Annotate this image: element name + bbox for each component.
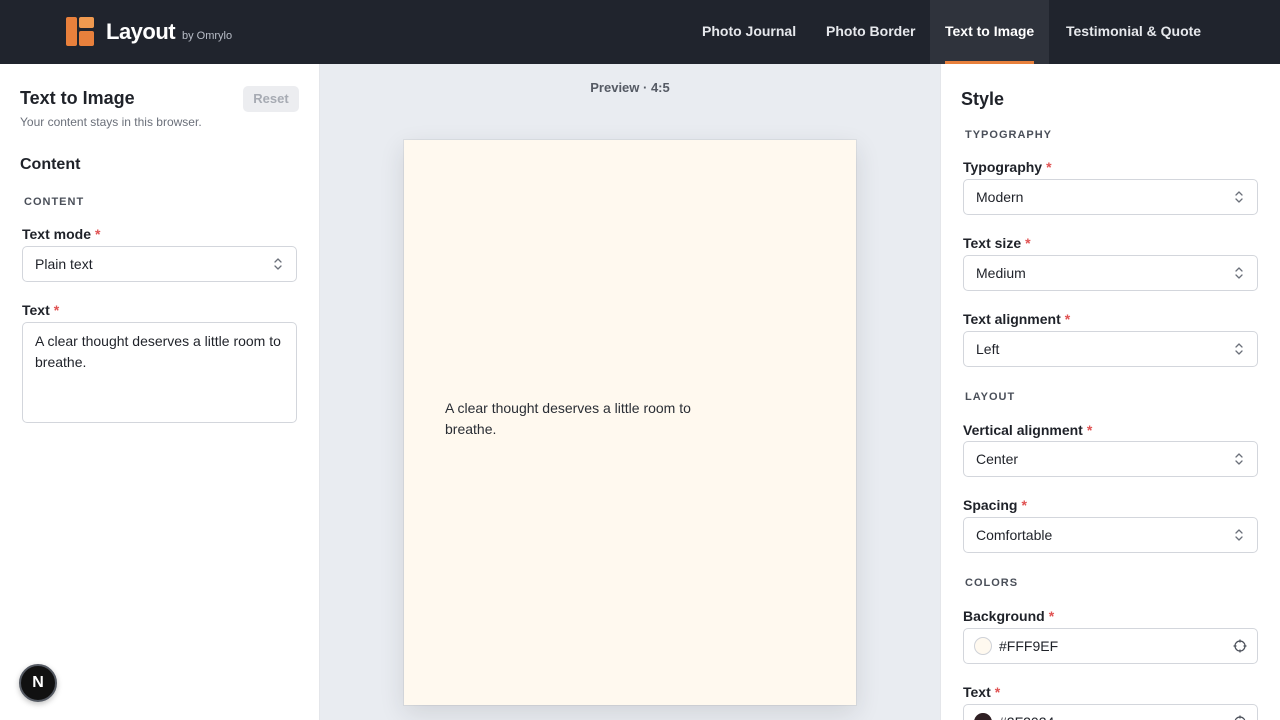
vertical-alignment-select[interactable]: Center (963, 441, 1258, 477)
text-color-label: Text * (963, 684, 1001, 700)
style-title: Style (961, 89, 1005, 109)
brand-name[interactable]: Layout (106, 19, 176, 45)
chevron-up-down-icon (1235, 191, 1243, 203)
vertical-alignment-label: Vertical alignment * (963, 422, 1093, 438)
background-color-value: #FFF9EF (999, 638, 1059, 654)
text-mode-select[interactable]: Plain text (22, 246, 297, 282)
text-input[interactable]: A clear thought deserves a little room t… (22, 322, 297, 423)
content-section-heading: Content (20, 156, 81, 173)
text-color-swatch[interactable] (974, 713, 992, 720)
text-label: Text * (22, 302, 60, 318)
text-size-label: Text size * (963, 235, 1031, 251)
brand-byline: by Omrylo (182, 30, 233, 42)
reset-button[interactable]: Reset (243, 86, 299, 112)
typography-group-label: TYPOGRAPHY (965, 129, 1053, 141)
text-alignment-value: Left (976, 341, 1000, 357)
chevron-up-down-icon (1235, 453, 1243, 465)
text-mode-label: Text mode * (22, 226, 101, 242)
text-alignment-label: Text alignment * (963, 311, 1071, 327)
nav-text-to-image[interactable]: Text to Image (930, 0, 1050, 64)
background-swatch[interactable] (974, 637, 992, 655)
preview-canvas: A clear thought deserves a little room t… (404, 140, 856, 705)
spacing-select[interactable]: Comfortable (963, 517, 1258, 553)
text-color-value: #2F2024 (999, 705, 1054, 720)
typography-label: Typography * (963, 159, 1052, 175)
spacing-label: Spacing * (963, 497, 1027, 513)
content-group-label: CONTENT (24, 196, 85, 208)
top-navigation-bar: Layout by Omrylo Photo Journal Photo Bor… (0, 0, 1280, 64)
content-panel: Text to Image Your content stays in this… (0, 64, 320, 720)
typography-select[interactable]: Modern (963, 179, 1258, 215)
chevron-up-down-icon (1235, 343, 1243, 355)
text-color-input[interactable]: #2F2024 (963, 704, 1258, 720)
text-alignment-select[interactable]: Left (963, 331, 1258, 367)
vertical-alignment-value: Center (976, 451, 1019, 467)
nav-photo-journal[interactable]: Photo Journal (687, 0, 811, 64)
chevron-up-down-icon (274, 258, 282, 270)
background-color-label: Background * (963, 608, 1055, 624)
eyedropper-icon[interactable] (1233, 639, 1247, 653)
style-panel: Style TYPOGRAPHY Typography * Modern Text… (940, 64, 1280, 720)
typography-value: Modern (976, 189, 1024, 205)
eyedropper-icon[interactable] (1233, 715, 1247, 720)
layout-logo-icon[interactable] (66, 17, 94, 46)
chevron-up-down-icon (1235, 267, 1243, 279)
layout-group-label: LAYOUT (965, 391, 1016, 403)
preview-text: A clear thought deserves a little room t… (445, 400, 691, 437)
nav-testimonial-quote[interactable]: Testimonial & Quote (1051, 0, 1216, 64)
text-size-value: Medium (976, 265, 1026, 281)
text-mode-value: Plain text (35, 256, 93, 272)
privacy-note: Your content stays in this browser. (20, 115, 202, 129)
chevron-up-down-icon (1235, 529, 1243, 541)
nav-photo-border[interactable]: Photo Border (811, 0, 930, 64)
colors-group-label: COLORS (965, 577, 1019, 589)
page-title: Text to Image (20, 88, 135, 108)
background-color-input[interactable]: #FFF9EF (963, 628, 1258, 664)
spacing-value: Comfortable (976, 527, 1053, 543)
preview-label: Preview · 4:5 (590, 80, 670, 95)
text-size-select[interactable]: Medium (963, 255, 1258, 291)
floating-n-button[interactable]: N (19, 664, 57, 702)
